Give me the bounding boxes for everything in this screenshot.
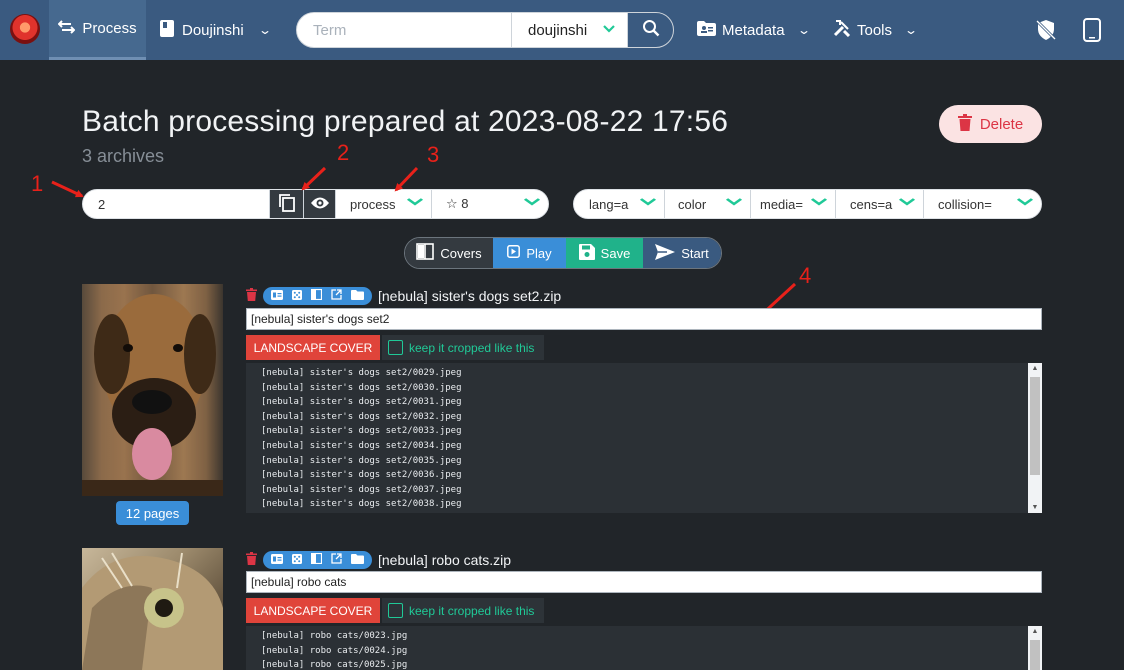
- archive-file-list[interactable]: [nebula] sister's dogs set2/0029.jpeg [n…: [246, 363, 1042, 513]
- play-button[interactable]: Play: [493, 238, 566, 268]
- file-list-item: [nebula] sister's dogs set2/0035.jpeg: [261, 455, 462, 466]
- book-open-icon[interactable]: [310, 551, 323, 569]
- keep-cropped-checkbox[interactable]: keep it cropped like this: [382, 335, 545, 360]
- book-open-icon: [416, 243, 435, 263]
- scroll-up-icon[interactable]: ▲: [1028, 365, 1042, 372]
- paper-plane-icon: [655, 243, 676, 263]
- trash-icon[interactable]: [246, 288, 257, 304]
- file-list-item: [nebula] sister's dogs set2/0036.jpeg: [261, 470, 462, 481]
- file-list-item: [nebula] sister's dogs set2/0030.jpeg: [261, 382, 462, 393]
- annotation-arrow-2: [301, 166, 327, 191]
- page-count-badge[interactable]: 12 pages: [116, 501, 189, 525]
- file-list-item: [nebula] robo cats/0024.jpg: [261, 645, 408, 656]
- id-card-icon[interactable]: [271, 287, 283, 305]
- archive-filename: [nebula] robo cats.zip: [378, 552, 512, 568]
- landscape-cover-button[interactable]: LANDSCAPE COVER: [246, 335, 380, 360]
- batch-actions: Covers Play Save Start: [404, 237, 722, 269]
- covers-button[interactable]: Covers: [405, 238, 493, 268]
- annotation-label-1: 1: [31, 171, 44, 196]
- floppy-icon: [578, 243, 595, 263]
- archive-title-input[interactable]: [246, 308, 1042, 330]
- dice-icon[interactable]: [292, 551, 302, 569]
- file-list-item: [nebula] sister's dogs set2/0032.jpeg: [261, 411, 462, 422]
- start-button[interactable]: Start: [643, 238, 721, 268]
- scroll-down-icon[interactable]: ▼: [1028, 504, 1042, 511]
- archive-file-list[interactable]: [nebula] robo cats/0023.jpg [nebula] rob…: [246, 626, 1042, 670]
- file-list-item: [nebula] sister's dogs set2/0038.jpeg: [261, 499, 462, 510]
- archive-header: [nebula] robo cats.zip: [246, 550, 511, 570]
- file-list-item: [nebula] sister's dogs set2/0034.jpeg: [261, 440, 462, 451]
- checkbox-icon: [388, 340, 403, 355]
- start-label: Start: [681, 245, 709, 261]
- annotation-label-2: 2: [337, 140, 350, 165]
- annotation-label-4: 4: [799, 263, 812, 288]
- keep-cropped-label: keep it cropped like this: [409, 340, 535, 355]
- play-label: Play: [526, 245, 552, 261]
- file-list-item: [nebula] robo cats/0025.jpg: [261, 660, 408, 670]
- annotation-label-3: 3: [427, 142, 440, 167]
- landscape-cover-button[interactable]: LANDSCAPE COVER: [246, 598, 380, 623]
- scrollbar-thumb[interactable]: [1030, 640, 1040, 670]
- save-button[interactable]: Save: [566, 238, 643, 268]
- id-card-icon[interactable]: [271, 551, 283, 569]
- file-list-scrollbar[interactable]: ▲ ▼: [1028, 363, 1042, 513]
- archive-tool-icons: [263, 287, 372, 305]
- play-icon: [507, 245, 521, 261]
- file-list-item: [nebula] sister's dogs set2/0031.jpeg: [261, 397, 462, 408]
- covers-label: Covers: [440, 245, 482, 261]
- scroll-up-icon[interactable]: ▲: [1028, 628, 1042, 635]
- annotation-arrow-3: [394, 166, 419, 192]
- annotation-arrow-1: [51, 180, 84, 198]
- folder-icon[interactable]: [351, 287, 364, 305]
- archive-cover-thumbnail[interactable]: [82, 548, 223, 670]
- file-list-item: [nebula] sister's dogs set2/0029.jpeg: [261, 368, 462, 378]
- file-list-scrollbar[interactable]: ▲: [1028, 626, 1042, 670]
- dice-icon[interactable]: [292, 287, 302, 305]
- external-link-icon[interactable]: [331, 287, 342, 305]
- checkbox-icon: [388, 603, 403, 618]
- archive-tool-icons: [263, 551, 372, 569]
- external-link-icon[interactable]: [331, 551, 342, 569]
- file-list-item: [nebula] sister's dogs set2/0037.jpeg: [261, 484, 462, 495]
- save-label: Save: [600, 245, 631, 261]
- archive-filename: [nebula] sister's dogs set2.zip: [378, 288, 562, 304]
- trash-icon[interactable]: [246, 552, 257, 568]
- file-list: [nebula] sister's dogs set2/0029.jpeg [n…: [246, 363, 1042, 512]
- archive-title-input[interactable]: [246, 571, 1042, 593]
- folder-icon[interactable]: [351, 551, 364, 569]
- keep-cropped-checkbox[interactable]: keep it cropped like this: [382, 598, 545, 623]
- book-open-icon[interactable]: [310, 287, 323, 305]
- file-list-item: [nebula] sister's dogs set2/0033.jpeg: [261, 426, 462, 437]
- scrollbar-thumb[interactable]: [1030, 377, 1040, 475]
- file-list-item: [nebula] robo cats/0023.jpg: [261, 631, 408, 641]
- keep-cropped-label: keep it cropped like this: [409, 603, 535, 618]
- archive-cover-thumbnail[interactable]: [82, 284, 223, 496]
- archive-header: [nebula] sister's dogs set2.zip: [246, 286, 561, 306]
- file-list: [nebula] robo cats/0023.jpg [nebula] rob…: [246, 626, 1042, 670]
